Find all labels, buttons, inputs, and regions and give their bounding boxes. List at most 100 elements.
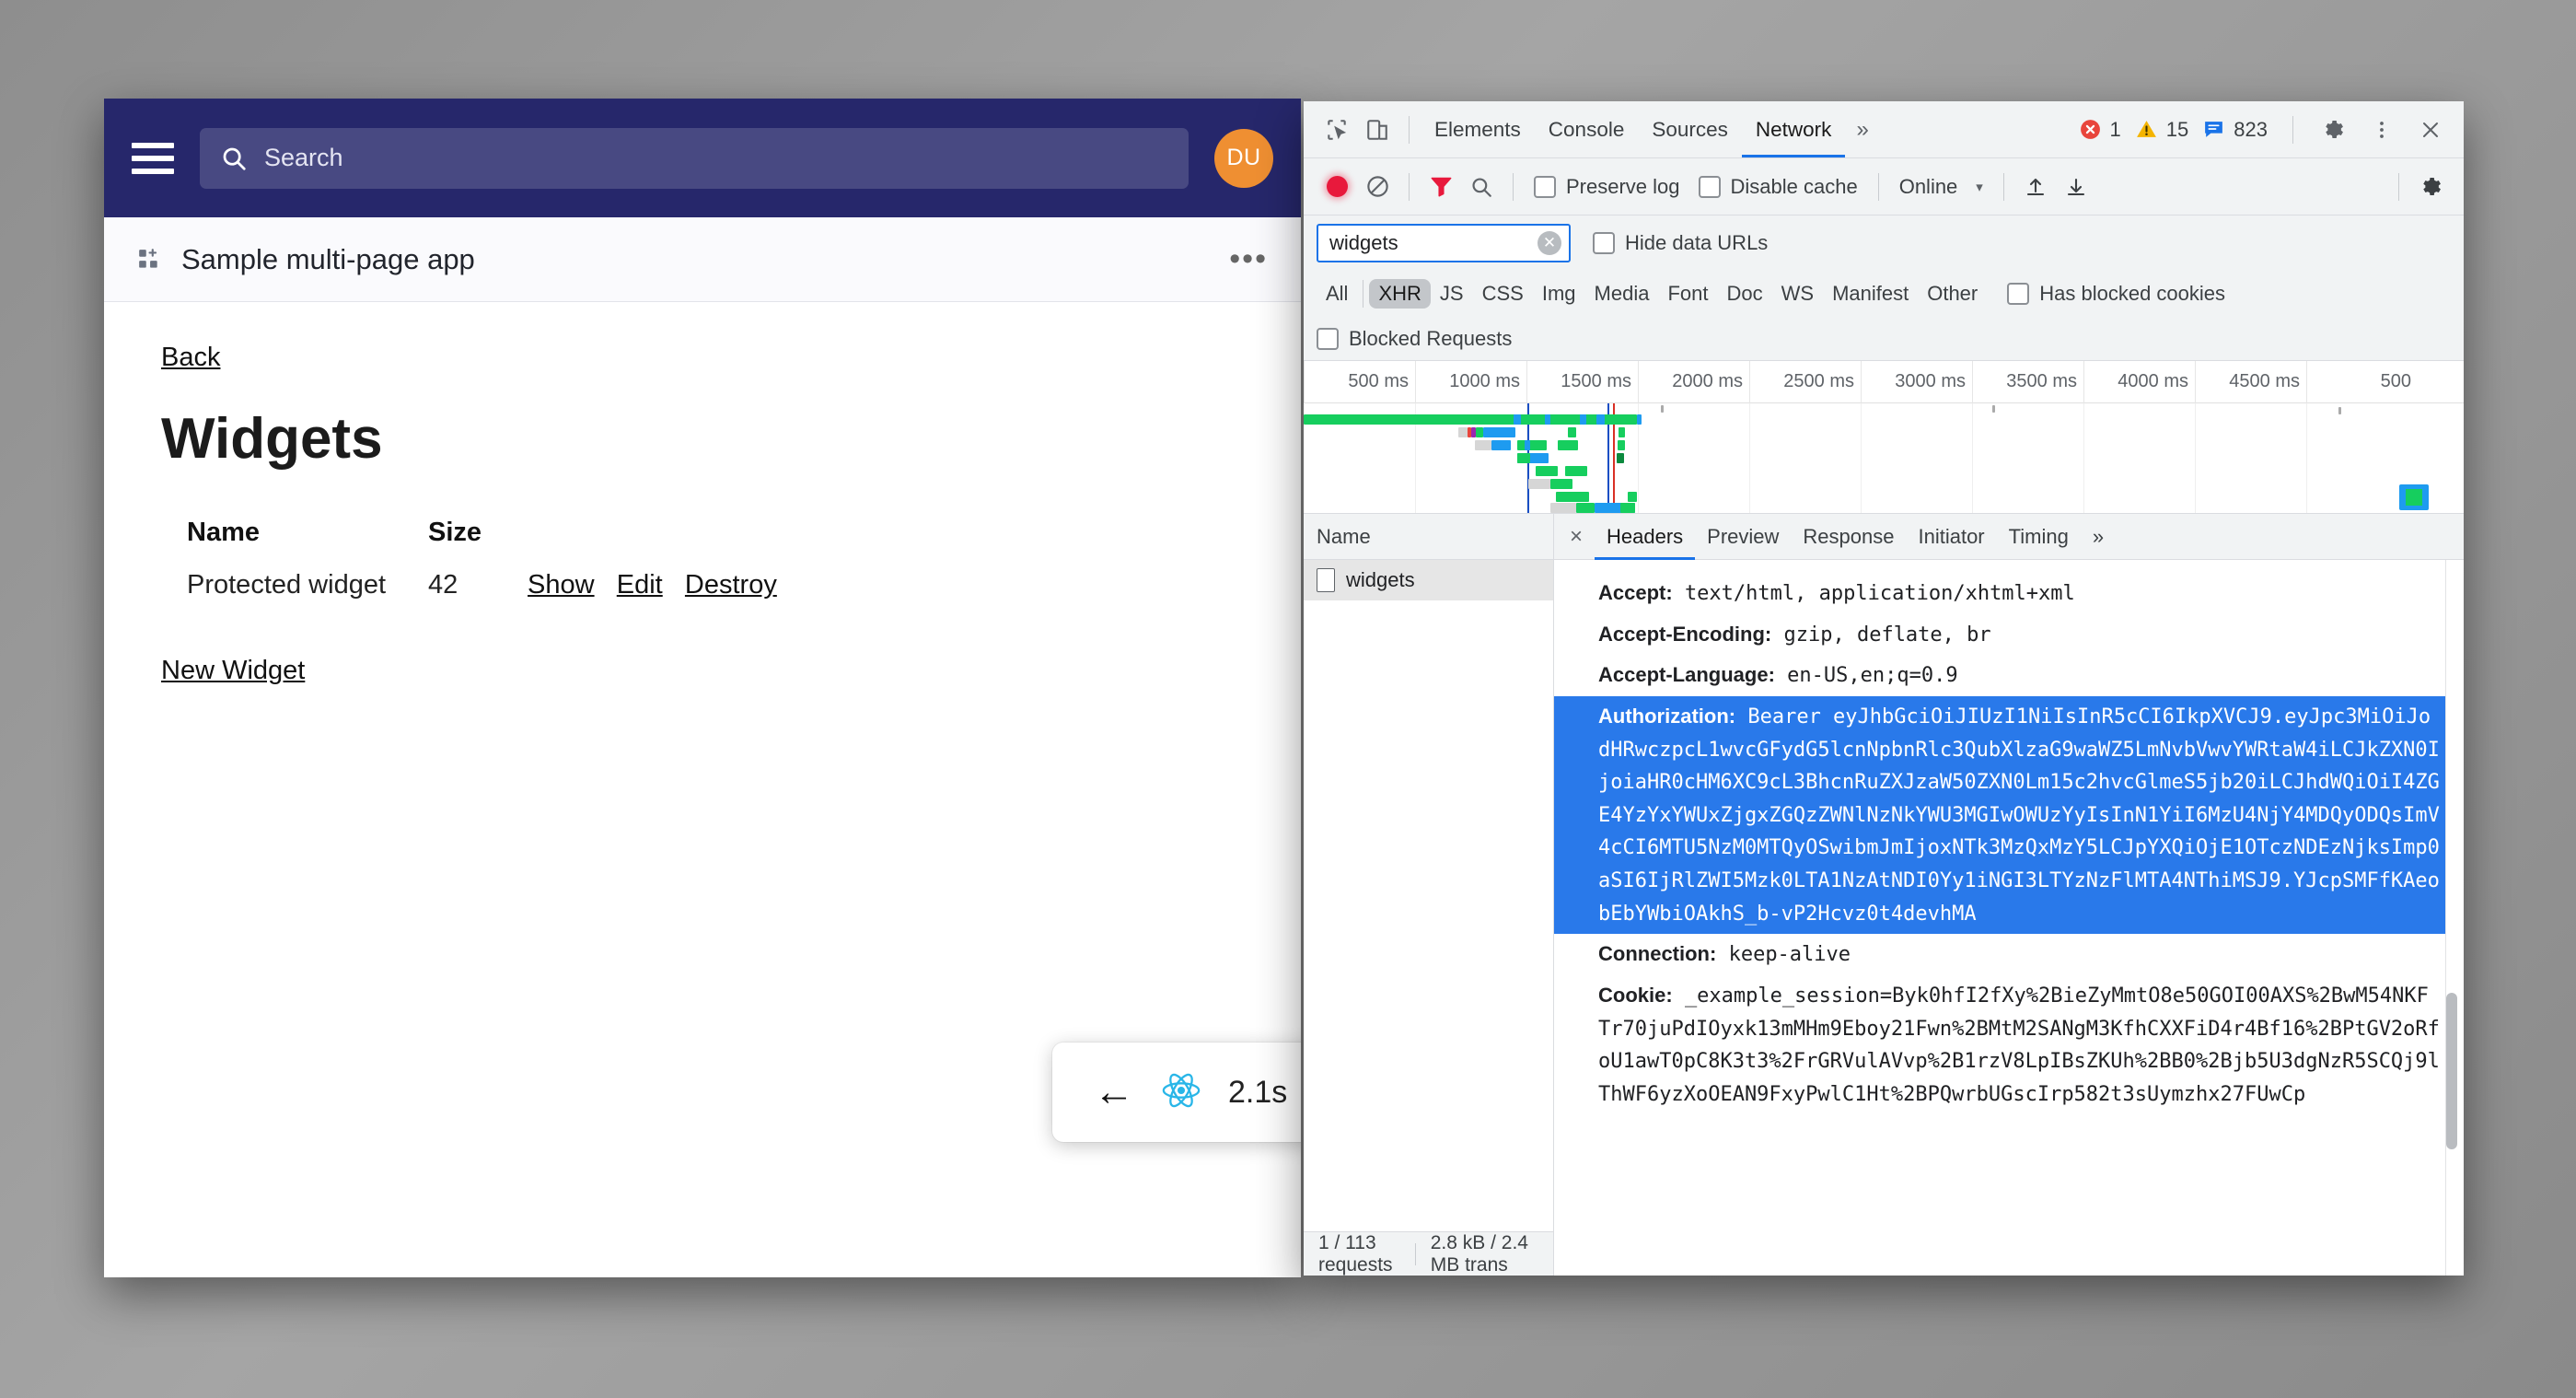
preserve-log-checkbox[interactable]: Preserve log bbox=[1525, 175, 1689, 199]
devtools-top-bar: Elements Console Sources Network » 1 15 … bbox=[1304, 101, 2464, 158]
network-toolbar: Preserve log Disable cache Online ▾ bbox=[1304, 158, 2464, 216]
more-tabs-icon[interactable]: » bbox=[1845, 117, 1879, 143]
tab-network[interactable]: Network bbox=[1742, 102, 1846, 157]
type-filter-js[interactable]: JS bbox=[1431, 279, 1473, 309]
detail-tab-initiator[interactable]: Initiator bbox=[1906, 514, 1996, 560]
headers-section-title-clipped bbox=[1554, 560, 2464, 573]
record-button[interactable] bbox=[1317, 167, 1357, 207]
overview-tick: 3000 ms bbox=[1895, 371, 1966, 391]
edit-link[interactable]: Edit bbox=[617, 570, 663, 600]
app-content: Back Widgets Name Size Protected widget … bbox=[104, 302, 1301, 727]
detail-tab-timing[interactable]: Timing bbox=[1997, 514, 2081, 560]
counters-divider bbox=[2292, 115, 2293, 144]
request-row-widgets[interactable]: widgets bbox=[1304, 560, 1553, 600]
network-settings-gear-icon[interactable] bbox=[2410, 167, 2451, 207]
overview-waterfall bbox=[1304, 403, 2464, 513]
settings-gear-icon[interactable] bbox=[2313, 110, 2353, 150]
request-name: widgets bbox=[1346, 568, 1415, 591]
clear-requests-icon[interactable] bbox=[1357, 167, 1398, 207]
type-filter-font[interactable]: Font bbox=[1658, 279, 1717, 309]
overview-tick: 4000 ms bbox=[2118, 371, 2188, 391]
tab-elements[interactable]: Elements bbox=[1421, 102, 1535, 157]
overview-selection bbox=[2399, 484, 2429, 510]
detail-tab-preview[interactable]: Preview bbox=[1695, 514, 1791, 560]
inspect-element-icon[interactable] bbox=[1317, 110, 1357, 150]
tab-sources[interactable]: Sources bbox=[1638, 102, 1742, 157]
info-message-icon[interactable] bbox=[2202, 118, 2225, 141]
back-arrow-icon[interactable]: ← bbox=[1094, 1072, 1134, 1113]
type-filter-ws[interactable]: WS bbox=[1772, 279, 1823, 309]
toolbar-divider-4 bbox=[1877, 172, 1879, 201]
react-profiler-badge[interactable]: ← 2.1s bbox=[1052, 1043, 1301, 1142]
header-row-authorization[interactable]: Authorization: Bearer eyJhbGciOiJIUzI1Ni… bbox=[1554, 695, 2464, 935]
has-blocked-cookies-checkbox[interactable]: Has blocked cookies bbox=[1998, 282, 2234, 306]
browser-app-window: Search DU Sample multi-page app ••• Back… bbox=[104, 99, 1301, 1277]
error-icon[interactable] bbox=[2079, 118, 2102, 141]
detail-more-tabs-icon[interactable]: » bbox=[2081, 514, 2116, 560]
overview-tick: 1000 ms bbox=[1449, 371, 1520, 391]
header-value: Bearer eyJhbGciOiJIUzI1NiIsInR5cCI6IkpXV… bbox=[1598, 705, 2440, 926]
page-title: Sample multi-page app bbox=[181, 242, 475, 275]
overflow-menu-icon[interactable]: ••• bbox=[1229, 243, 1268, 275]
search-icon bbox=[220, 145, 248, 172]
document-icon bbox=[1317, 568, 1335, 592]
import-har-icon[interactable] bbox=[2015, 167, 2056, 207]
type-filter-other[interactable]: Other bbox=[1918, 279, 1987, 309]
show-link[interactable]: Show bbox=[528, 570, 595, 600]
filter-input-wrapper[interactable]: ✕ bbox=[1317, 224, 1571, 262]
header-value: text/html, application/xhtml+xml bbox=[1684, 582, 2075, 605]
cell-widget-name: Protected widget bbox=[187, 570, 387, 600]
clear-filter-icon[interactable]: ✕ bbox=[1537, 231, 1561, 255]
search-requests-icon[interactable] bbox=[1461, 167, 1502, 207]
throttling-dropdown[interactable]: Online ▾ bbox=[1890, 175, 1992, 199]
export-har-icon[interactable] bbox=[2056, 167, 2096, 207]
detail-tab-response[interactable]: Response bbox=[1791, 514, 1906, 560]
devtools-kebab-icon[interactable] bbox=[2361, 110, 2402, 150]
disable-cache-checkbox[interactable]: Disable cache bbox=[1689, 175, 1867, 199]
toolbar-divider-3 bbox=[1513, 172, 1514, 201]
type-filter-xhr[interactable]: XHR bbox=[1369, 279, 1431, 309]
header-name: Accept: bbox=[1598, 581, 1673, 604]
warning-count: 15 bbox=[2165, 117, 2189, 141]
network-status-bar: 1 / 113 requests 2.8 kB / 2.4 MB trans bbox=[1304, 1231, 1553, 1276]
filter-input[interactable] bbox=[1328, 230, 1537, 256]
new-widget-link[interactable]: New Widget bbox=[161, 656, 305, 686]
overview-tick: 4500 ms bbox=[2229, 371, 2300, 391]
back-link[interactable]: Back bbox=[161, 343, 220, 373]
search-input[interactable]: Search bbox=[200, 127, 1189, 189]
overview-tick: 2500 ms bbox=[1783, 371, 1854, 391]
close-devtools-icon[interactable] bbox=[2410, 110, 2451, 150]
menu-icon[interactable] bbox=[132, 142, 174, 174]
request-list: widgets bbox=[1304, 560, 1553, 1231]
filter-bar: ✕ Hide data URLs bbox=[1304, 216, 2464, 271]
name-column-header[interactable]: Name bbox=[1304, 514, 1553, 560]
type-filter-all[interactable]: All bbox=[1317, 279, 1357, 309]
header-name: Accept-Language: bbox=[1598, 663, 1775, 687]
type-filter-img[interactable]: Img bbox=[1533, 279, 1585, 309]
type-filter-media[interactable]: Media bbox=[1585, 279, 1659, 309]
headers-content[interactable]: Accept: text/html, application/xhtml+xml… bbox=[1554, 560, 2464, 1276]
filter-funnel-icon[interactable] bbox=[1421, 167, 1461, 207]
hide-data-urls-checkbox[interactable]: Hide data URLs bbox=[1584, 231, 1777, 255]
detail-tab-headers[interactable]: Headers bbox=[1595, 514, 1695, 560]
header-value: _example_session=Byk0hfI2fXy%2BieZyMmtO8… bbox=[1598, 984, 2440, 1106]
type-filter-css[interactable]: CSS bbox=[1473, 279, 1533, 309]
headers-scrollbar[interactable] bbox=[2446, 993, 2457, 1149]
avatar[interactable]: DU bbox=[1214, 128, 1273, 188]
type-filter-manifest[interactable]: Manifest bbox=[1823, 279, 1918, 309]
tab-console[interactable]: Console bbox=[1535, 102, 1639, 157]
type-filter-doc[interactable]: Doc bbox=[1717, 279, 1771, 309]
close-detail-icon[interactable]: × bbox=[1558, 518, 1595, 555]
blocked-requests-checkbox[interactable]: Blocked Requests bbox=[1317, 327, 1521, 351]
column-header-actions bbox=[507, 512, 786, 563]
warning-icon[interactable] bbox=[2135, 118, 2158, 141]
preserve-log-label: Preserve log bbox=[1566, 174, 1680, 198]
disable-cache-box bbox=[1698, 175, 1721, 198]
cell-actions: Show Edit Destroy bbox=[507, 563, 786, 608]
header-name: Accept-Encoding: bbox=[1598, 622, 1772, 646]
network-overview[interactable]: 500 ms 1000 ms 1500 ms 2000 ms 2500 ms 3… bbox=[1304, 361, 2464, 514]
device-toolbar-icon[interactable] bbox=[1357, 110, 1398, 150]
app-grid-icon bbox=[137, 248, 161, 272]
toolbar-divider-6 bbox=[2398, 172, 2399, 201]
destroy-link[interactable]: Destroy bbox=[685, 570, 777, 600]
